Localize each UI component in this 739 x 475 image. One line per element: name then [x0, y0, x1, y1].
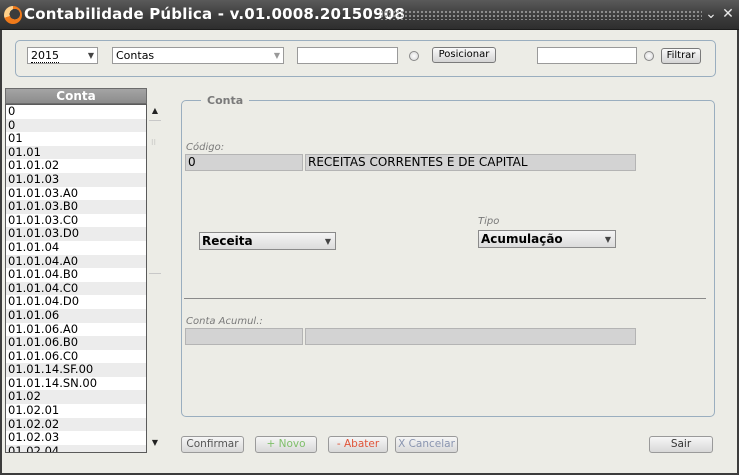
- window-title: Contabilidade Pública - v.01.0008.201509…: [24, 5, 405, 23]
- tipo-select[interactable]: Acumulação ▼: [478, 230, 616, 248]
- entity-value: Contas: [116, 49, 155, 62]
- list-item[interactable]: 01.01.14.SF.00: [6, 363, 146, 377]
- list-item[interactable]: 01.02.04: [6, 444, 146, 452]
- codigo-label: Código:: [186, 142, 225, 153]
- list-item[interactable]: 01.01.14.SN.00: [6, 376, 146, 391]
- codigo-field[interactable]: 0: [185, 154, 303, 171]
- list-item[interactable]: 0: [6, 118, 146, 133]
- close-icon[interactable]: ✕: [720, 6, 736, 22]
- list-item[interactable]: 01: [6, 132, 146, 146]
- cancel-button[interactable]: X Cancelar: [395, 436, 458, 453]
- list-header[interactable]: Conta: [5, 88, 147, 104]
- year-select[interactable]: 2015 ▼: [27, 47, 98, 64]
- acumul-code-field[interactable]: [185, 328, 303, 345]
- chevron-down-icon: ▼: [604, 235, 611, 244]
- position-radio[interactable]: [409, 51, 419, 61]
- account-list[interactable]: 0 0 01 01.01 01.01.02 01.01.03 01.01.03.A0 01.0…: [5, 104, 147, 453]
- list-item[interactable]: 01.01.02: [6, 159, 146, 173]
- list-item[interactable]: 01.01.06.C0: [6, 349, 146, 364]
- list-item[interactable]: 01.01.04.A0: [6, 254, 146, 269]
- list-item[interactable]: 01.02.03: [6, 431, 146, 445]
- year-value: 2015: [31, 49, 59, 63]
- delete-button[interactable]: - Abater: [328, 436, 388, 453]
- list-item[interactable]: 01.01.04.C0: [6, 281, 146, 296]
- list-item[interactable]: 01.01.06: [6, 308, 146, 323]
- list-item[interactable]: 01.01.03: [6, 172, 146, 187]
- list-item[interactable]: 01.01.06.A0: [6, 322, 146, 337]
- list-item[interactable]: 01.01.04.D0: [6, 295, 146, 309]
- list-item[interactable]: 01.01.04: [6, 240, 146, 255]
- filter-radio[interactable]: [644, 51, 654, 61]
- tipo-label: Tipo: [478, 216, 500, 227]
- list-item[interactable]: 01.02: [6, 390, 146, 405]
- list-item[interactable]: 01.01.03.D0: [6, 227, 146, 241]
- acumul-desc-field[interactable]: [305, 328, 636, 345]
- description-field[interactable]: RECEITAS CORRENTES E DE CAPITAL: [305, 154, 636, 171]
- title-bar[interactable]: Contabilidade Pública - v.01.0008.201509…: [0, 0, 739, 30]
- chevron-down-icon: ▼: [273, 51, 280, 60]
- list-item[interactable]: 01.01.03.A0: [6, 186, 146, 201]
- list-item[interactable]: 01.01.03.B0: [6, 200, 146, 214]
- chevron-down-icon: ▼: [324, 237, 331, 246]
- scroll-down-icon[interactable]: ▼: [149, 437, 161, 449]
- list-item[interactable]: 0: [6, 105, 146, 119]
- list-item[interactable]: 01.01.03.C0: [6, 213, 146, 228]
- tipo-value: Acumulação: [481, 232, 563, 246]
- scroll-grip-icon: ⁝⁝: [151, 138, 157, 147]
- filter-button[interactable]: Filtrar: [661, 48, 701, 64]
- title-grip-pattern: [380, 10, 702, 20]
- acumul-label: Conta Acumul.:: [186, 316, 263, 327]
- nature-value: Receita: [202, 234, 253, 248]
- list-item[interactable]: 01.01: [6, 145, 146, 160]
- conta-legend: Conta: [201, 94, 250, 107]
- scroll-up-icon[interactable]: ▲: [149, 105, 161, 117]
- app-logo-icon: [4, 6, 22, 24]
- nature-select[interactable]: Receita ▼: [199, 232, 336, 250]
- chevron-down-icon: ▼: [87, 51, 94, 60]
- new-button[interactable]: + Novo: [255, 436, 317, 453]
- list-item[interactable]: 01.01.06.B0: [6, 335, 146, 350]
- entity-select[interactable]: Contas ▼: [112, 47, 284, 64]
- section-divider: [184, 298, 706, 299]
- minimize-icon[interactable]: ⌄: [703, 6, 719, 22]
- conta-groupbox: [181, 100, 715, 417]
- list-item[interactable]: 01.02.01: [6, 403, 146, 418]
- list-scrollbar[interactable]: ▲ ⁝⁝ ▼: [148, 104, 162, 453]
- confirm-button[interactable]: Confirmar: [181, 436, 244, 453]
- exit-button[interactable]: Sair: [649, 436, 713, 453]
- position-button[interactable]: Posicionar: [432, 47, 496, 63]
- position-search-input[interactable]: [297, 47, 398, 64]
- list-item[interactable]: 01.01.04.B0: [6, 268, 146, 282]
- list-item[interactable]: 01.02.02: [6, 417, 146, 432]
- filter-input[interactable]: [537, 47, 637, 64]
